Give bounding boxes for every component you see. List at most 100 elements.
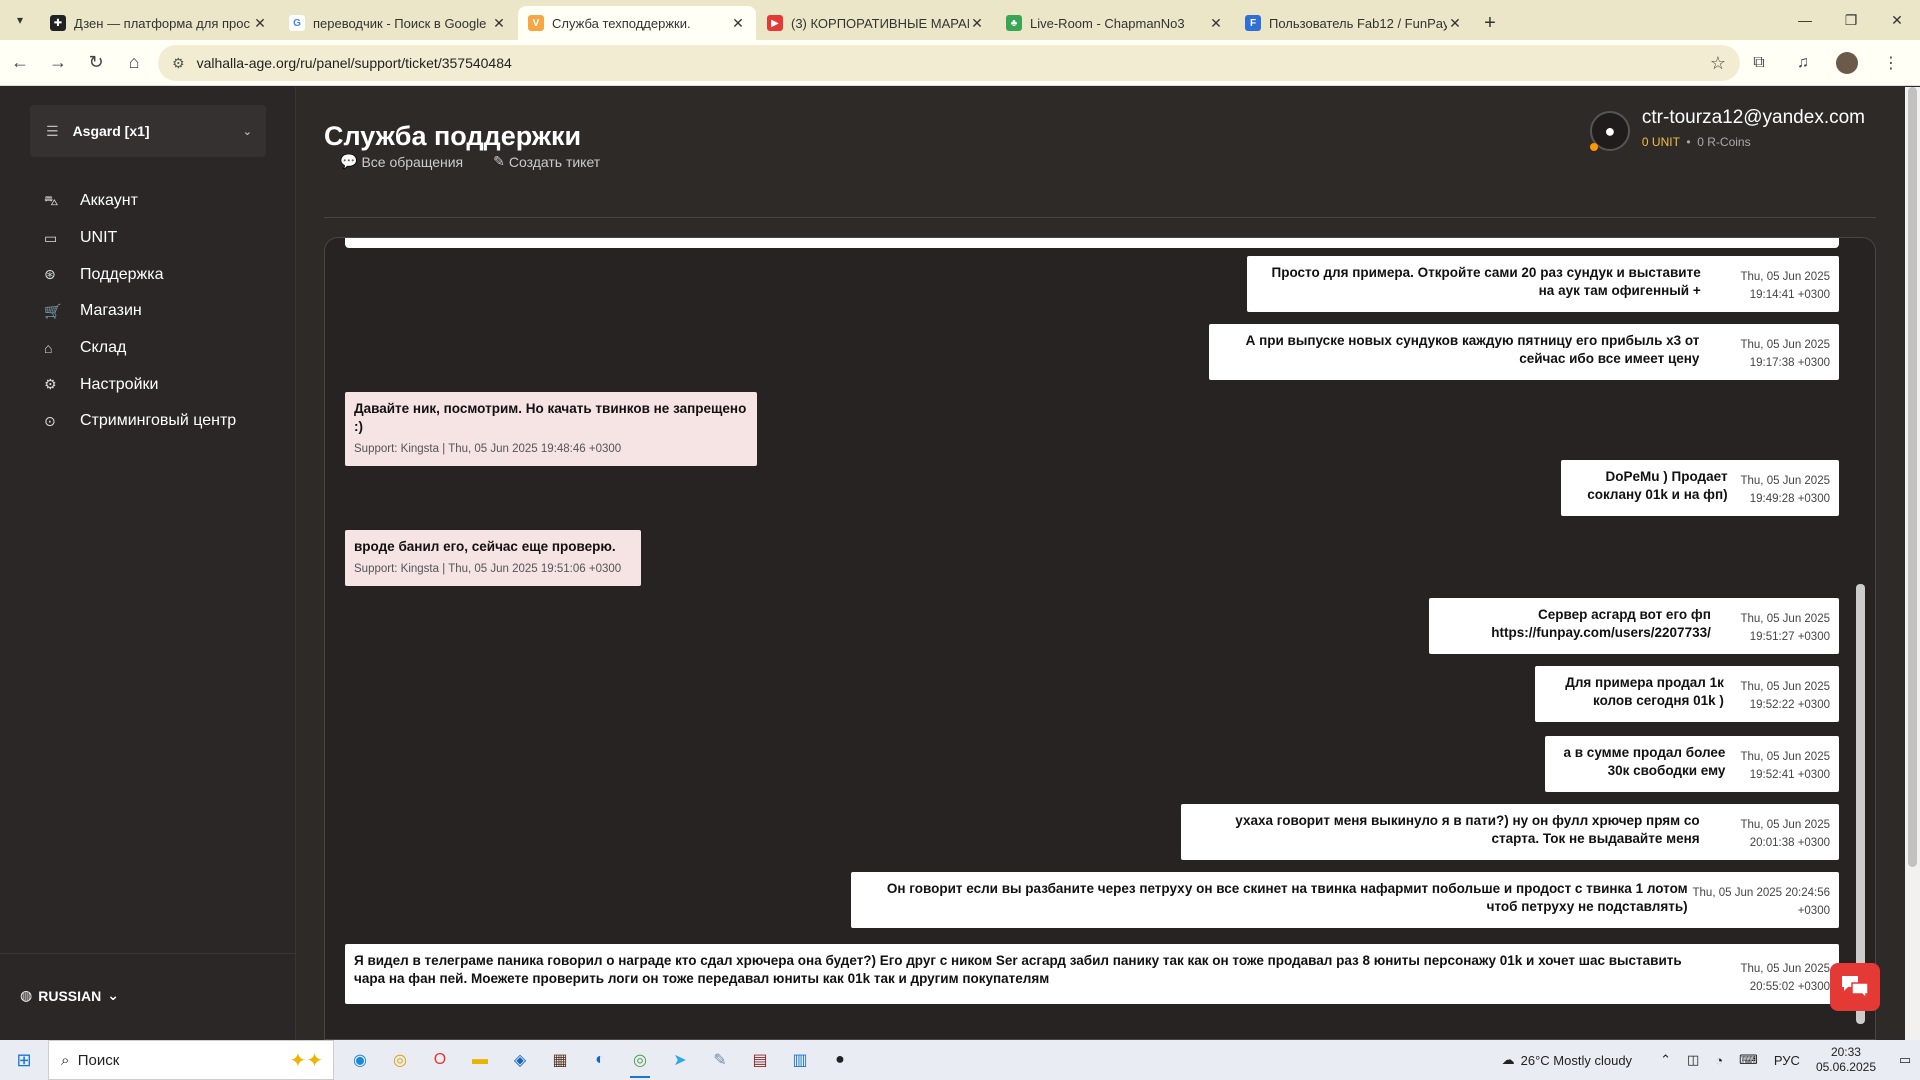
- network-icon[interactable]: ◫: [1687, 1052, 1699, 1068]
- browser-tab-0[interactable]: ✚ Дзен — платформа для прос ✕: [40, 6, 278, 40]
- tab-close-icon[interactable]: ✕: [730, 15, 746, 32]
- clock-date: 05.06.2025: [1815, 1060, 1876, 1074]
- sidebar-item-0[interactable]: ⛍ Аккаунт: [44, 183, 236, 220]
- sidebar-item-1[interactable]: ▭ UNIT: [44, 220, 236, 257]
- clock[interactable]: 20:33 05.06.2025: [1816, 1045, 1876, 1075]
- cart-icon: 🛒: [44, 302, 62, 319]
- chat-bubbles-icon: [1842, 976, 1869, 1000]
- tab-close-icon[interactable]: ✕: [491, 15, 507, 32]
- winrar-icon[interactable]: ▤: [740, 1040, 780, 1080]
- message-text: вроде банил его, сейчас еще проверю.: [354, 539, 616, 554]
- message-meta: Thu, 05 Jun 2025 19:17:38 +0300: [1740, 339, 1830, 369]
- sidebar-item-3[interactable]: 🛒 Магазин: [44, 293, 236, 330]
- copilot-sparkle-icon: ✦✦: [289, 1049, 323, 1072]
- chevron-up-icon[interactable]: ⌃: [1660, 1052, 1671, 1068]
- close-window-icon[interactable]: ✕: [1874, 0, 1920, 40]
- message-text: Я видел в телеграме паника говорил о наг…: [354, 953, 1682, 986]
- tab-search-icon[interactable]: ▾: [0, 0, 40, 40]
- chrome-running-icon[interactable]: ◎: [620, 1040, 660, 1080]
- input-language[interactable]: РУС: [1774, 1053, 1800, 1068]
- message-meta: Thu, 05 Jun 2025 19:52:41 +0300: [1740, 751, 1830, 781]
- message-text: ухаха говорит меня выкинуло я в пати?) н…: [1235, 813, 1700, 846]
- server-selector[interactable]: ☰ Asgard [x1] ⌄: [30, 105, 266, 157]
- message-text: а в сумме продал более 30к свободки ему: [1563, 745, 1726, 778]
- sidebar-item-label: Склад: [80, 339, 127, 357]
- message-meta: Thu, 05 Jun 2025 20:55:02 +0300: [1740, 963, 1830, 993]
- browser-tab-3[interactable]: ▶ (3) КОРПОРАТИВНЫЕ МАРАМ ✕: [757, 6, 995, 40]
- comment-icon: 💬: [340, 153, 358, 169]
- sidebar-item-2[interactable]: ⊛ Поддержка: [44, 256, 236, 293]
- pencil-icon: ✎: [493, 153, 505, 169]
- system-tray: ☁ 26°C Mostly cloudy ⌃ ◫ ◔ ⌨ РУС 20:33 0…: [1502, 1040, 1920, 1080]
- notification-icon[interactable]: ▭: [1890, 1052, 1920, 1068]
- support-message: Давайте ник, посмотрим. Но качать твинко…: [345, 392, 757, 466]
- tab-title: (3) КОРПОРАТИВНЫЕ МАРАМ: [791, 15, 969, 31]
- message-text: Давайте ник, посмотрим. Но качать твинко…: [354, 401, 747, 434]
- launcher-icon[interactable]: ◐: [580, 1040, 620, 1080]
- browser-tab-2[interactable]: V Служба техподдержки. ✕: [518, 6, 756, 40]
- opera-icon[interactable]: O: [420, 1040, 460, 1080]
- taskbar-search[interactable]: ⌕ Поиск ✦✦: [48, 1040, 334, 1080]
- game-icon[interactable]: ▦: [540, 1040, 580, 1080]
- url-field[interactable]: ⚙ valhalla-age.org/ru/panel/support/tick…: [158, 45, 1740, 81]
- favicon-icon: G: [289, 15, 305, 31]
- live-chat-button[interactable]: [1830, 963, 1880, 1011]
- chrome-icon[interactable]: ◎: [380, 1040, 420, 1080]
- profile-avatar[interactable]: [1830, 46, 1864, 80]
- user-panel[interactable]: ● ctr-tourza12@yandex.com 0 UNIT • 0 R-C…: [1589, 107, 1865, 151]
- tab-close-icon[interactable]: ✕: [1447, 15, 1463, 32]
- sidebar-item-5[interactable]: ⚙ Настройки: [44, 366, 236, 403]
- site-info-icon[interactable]: ⚙: [172, 55, 185, 72]
- new-tab-button[interactable]: +: [1474, 6, 1506, 40]
- paint-icon[interactable]: ✎: [700, 1040, 740, 1080]
- minimize-icon[interactable]: —: [1782, 0, 1828, 40]
- sidebar-item-6[interactable]: ⊙ Стриминговый центр: [44, 403, 236, 440]
- tab-all-tickets[interactable]: 💬 Все обращения: [340, 153, 463, 170]
- ticket-tabs: 💬 Все обращения ✎ Создать тикет: [340, 153, 600, 170]
- calculator-icon[interactable]: ▥: [780, 1040, 820, 1080]
- weather-widget[interactable]: ☁ 26°C Mostly cloudy: [1502, 1052, 1632, 1068]
- security-icon[interactable]: ◈: [500, 1040, 540, 1080]
- browser-menu-icon[interactable]: ⋮: [1874, 46, 1908, 80]
- browser-tab-5[interactable]: F Пользователь Fab12 / FunPay ✕: [1235, 6, 1473, 40]
- keyboard-icon[interactable]: ⌨: [1739, 1052, 1758, 1068]
- message-text: А при выпуске новых сундуков каждую пятн…: [1245, 333, 1700, 366]
- browser-tab-4[interactable]: ♣ Live-Room - ChapmanNo3 ✕: [996, 6, 1234, 40]
- wallet-icon: ▭: [44, 229, 58, 246]
- reload-icon[interactable]: ↻: [78, 45, 114, 81]
- message-meta: Support: Kingsta | Thu, 05 Jun 2025 19:4…: [354, 443, 622, 455]
- explorer-icon[interactable]: ▬: [460, 1040, 500, 1080]
- tab-close-icon[interactable]: ✕: [1208, 15, 1224, 32]
- back-icon[interactable]: ←: [2, 45, 38, 81]
- support-message: вроде банил его, сейчас еще проверю. Supp…: [345, 530, 641, 586]
- windows-start-icon[interactable]: ⊞: [0, 1040, 48, 1080]
- tab-close-icon[interactable]: ✕: [252, 15, 268, 32]
- tab-close-icon[interactable]: ✕: [969, 15, 985, 32]
- obs-icon[interactable]: ●: [820, 1040, 860, 1080]
- user-avatar-icon[interactable]: ●: [1589, 111, 1630, 151]
- favicon-icon: ▶: [767, 15, 783, 31]
- page-scrollbar[interactable]: [1905, 87, 1920, 1040]
- address-bar: ← → ↻ ⌂ ⚙ valhalla-age.org/ru/panel/supp…: [0, 40, 1920, 86]
- weather-text: 26°C Mostly cloudy: [1520, 1052, 1633, 1068]
- browser-tab-1[interactable]: Gпереводчик - Поиск в Google ✕: [279, 6, 517, 40]
- wifi-icon[interactable]: ◔: [1715, 1053, 1723, 1068]
- chat-scrollbar[interactable]: [1856, 244, 1865, 1039]
- bookmark-star-icon[interactable]: ☆: [1710, 53, 1726, 74]
- edge-icon[interactable]: ◉: [340, 1040, 380, 1080]
- telegram-icon[interactable]: ➤: [660, 1040, 700, 1080]
- home-icon[interactable]: ⌂: [116, 45, 152, 81]
- forward-icon[interactable]: →: [40, 45, 76, 81]
- media-control-icon[interactable]: ♫: [1786, 46, 1820, 80]
- tab-strip: ✚ Дзен — платформа для прос ✕ Gпереводчик -…: [40, 6, 1474, 40]
- extensions-icon[interactable]: ⧉: [1742, 46, 1776, 80]
- language-label: RUSSIAN: [38, 987, 102, 1004]
- ticket-chat: Просто для примера. Откройте сами 20 раз…: [324, 237, 1876, 1040]
- sidebar-item-4[interactable]: ⌂ Склад: [44, 330, 236, 367]
- user-message: а в сумме продал более 30к свободки ему T…: [1545, 736, 1839, 792]
- restore-icon[interactable]: ❐: [1828, 0, 1874, 40]
- message-text: Для примера продал 1к колов сегодня 01k …: [1565, 675, 1724, 708]
- tab-create-ticket[interactable]: ✎ Создать тикет: [493, 153, 600, 170]
- language-selector[interactable]: ◍ RUSSIAN ⌄: [20, 987, 119, 1004]
- message-edge: [345, 238, 1839, 248]
